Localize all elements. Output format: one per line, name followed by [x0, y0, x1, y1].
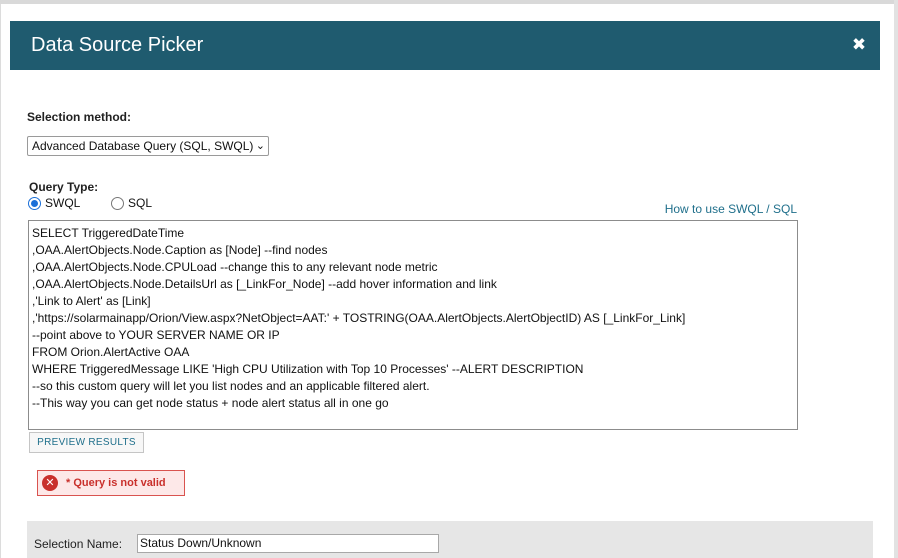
dialog-titlebar: Data Source Picker ✖: [10, 21, 880, 70]
radio-swql-indicator[interactable]: [28, 196, 41, 210]
chevron-down-icon: ⌄: [255, 140, 265, 152]
data-source-picker-dialog: Data Source Picker ✖ Selection method: A…: [0, 4, 894, 558]
query-line: --This way you can get node status + nod…: [32, 396, 389, 410]
how-to-use-swql-link[interactable]: How to use SWQL / SQL: [665, 202, 797, 216]
selection-name-label: Selection Name:: [34, 537, 123, 551]
selection-method-value: Advanced Database Query (SQL, SWQL): [32, 139, 254, 153]
close-icon[interactable]: ✖: [849, 35, 869, 55]
error-text: * Query is not valid: [66, 477, 166, 489]
selection-name-row: Selection Name: Status Down/Unknown: [27, 521, 873, 558]
query-line: FROM Orion.AlertActive OAA: [32, 345, 190, 359]
query-line: ,OAA.AlertObjects.Node.CPULoad --change …: [32, 260, 438, 274]
error-x-icon: ✕: [42, 475, 58, 491]
query-line: ,OAA.AlertObjects.Node.Caption as [Node]…: [32, 243, 328, 257]
radio-sql-indicator[interactable]: [111, 196, 124, 210]
query-line: WHERE TriggeredMessage LIKE 'High CPU Ut…: [32, 362, 584, 376]
query-error-message: ✕ * Query is not valid: [37, 470, 185, 496]
query-line: ,'Link to Alert' as [Link]: [32, 294, 151, 308]
query-line: --point above to YOUR SERVER NAME OR IP: [32, 328, 280, 342]
query-line: ,'https://solarmainapp/Orion/View.aspx?N…: [32, 311, 686, 325]
query-textarea[interactable]: SELECT TriggeredDateTime ,OAA.AlertObjec…: [28, 220, 798, 430]
radio-swql[interactable]: SWQL: [28, 196, 80, 210]
dialog-title: Data Source Picker: [31, 34, 204, 56]
selection-name-input[interactable]: Status Down/Unknown: [137, 534, 439, 553]
radio-swql-label: SWQL: [45, 196, 81, 210]
query-line: --so this custom query will let you list…: [32, 379, 430, 393]
preview-results-button[interactable]: PREVIEW RESULTS: [29, 432, 144, 453]
radio-sql[interactable]: SQL: [111, 196, 152, 210]
query-line: ,OAA.AlertObjects.Node.DetailsUrl as [_L…: [32, 277, 497, 291]
selection-method-select[interactable]: Advanced Database Query (SQL, SWQL) ⌄: [27, 136, 269, 156]
query-type-label: Query Type:: [29, 180, 99, 194]
query-line: SELECT TriggeredDateTime: [32, 226, 185, 240]
selection-method-label: Selection method:: [27, 110, 132, 124]
radio-sql-label: SQL: [128, 196, 153, 210]
window-right-edge: [894, 0, 898, 558]
